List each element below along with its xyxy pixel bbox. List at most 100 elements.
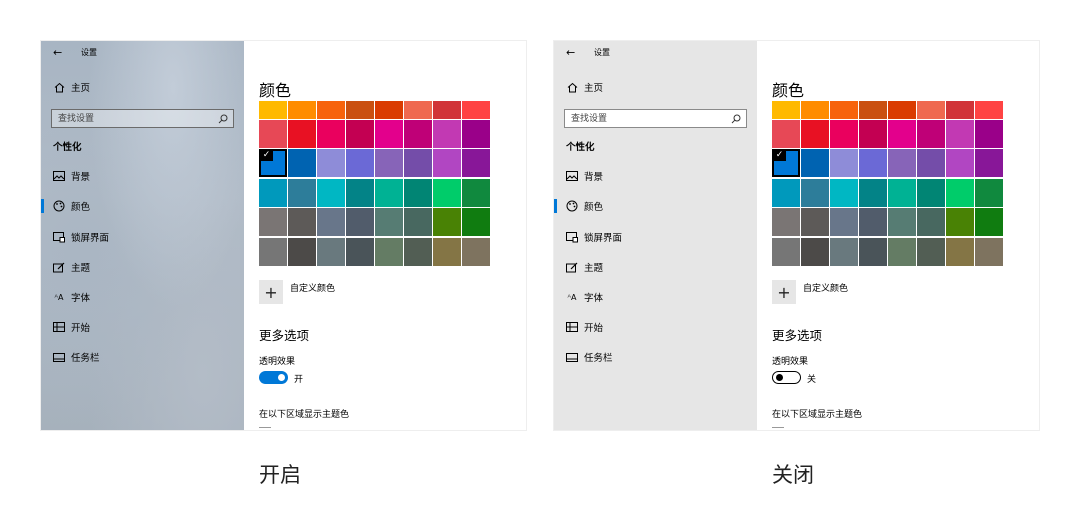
sidebar-item-home[interactable]: 主页	[41, 75, 244, 99]
color-swatch[interactable]: ✓	[772, 149, 800, 177]
color-swatch[interactable]	[288, 179, 316, 207]
color-swatch[interactable]	[462, 238, 490, 266]
search-input[interactable]	[565, 110, 725, 127]
color-swatch[interactable]	[888, 149, 916, 177]
color-swatch[interactable]	[346, 179, 374, 207]
color-swatch[interactable]	[375, 120, 403, 148]
back-button[interactable]: ← 设置	[53, 46, 97, 59]
color-swatch[interactable]	[859, 238, 887, 266]
color-swatch[interactable]	[346, 238, 374, 266]
color-swatch[interactable]	[859, 208, 887, 236]
sidebar-item-themes[interactable]: 主题	[41, 255, 244, 279]
color-swatch[interactable]	[801, 149, 829, 177]
color-swatch[interactable]	[917, 208, 945, 236]
color-swatch[interactable]	[975, 179, 1003, 207]
color-swatch[interactable]	[317, 101, 345, 119]
color-swatch[interactable]	[888, 120, 916, 148]
color-swatch[interactable]	[888, 208, 916, 236]
color-swatch[interactable]	[830, 120, 858, 148]
color-swatch[interactable]	[259, 120, 287, 148]
color-swatch[interactable]	[375, 149, 403, 177]
color-swatch[interactable]	[288, 120, 316, 148]
search-icon[interactable]	[217, 113, 229, 125]
sidebar-item-start[interactable]: 开始	[41, 315, 244, 339]
color-swatch[interactable]	[433, 120, 461, 148]
color-swatch[interactable]	[346, 149, 374, 177]
color-swatch[interactable]	[462, 179, 490, 207]
color-swatch[interactable]	[830, 208, 858, 236]
color-swatch[interactable]	[801, 179, 829, 207]
sidebar-item-lock-screen[interactable]: 锁屏界面	[554, 225, 757, 249]
color-swatch[interactable]	[859, 149, 887, 177]
sidebar-item-taskbar[interactable]: 任务栏	[41, 345, 244, 369]
color-swatch[interactable]	[433, 238, 461, 266]
back-button[interactable]: ← 设置	[566, 46, 610, 59]
color-swatch[interactable]	[317, 238, 345, 266]
transparency-toggle[interactable]	[259, 371, 288, 384]
color-swatch[interactable]	[433, 179, 461, 207]
sidebar-item-lock-screen[interactable]: 锁屏界面	[41, 225, 244, 249]
color-swatch[interactable]	[346, 101, 374, 119]
color-swatch[interactable]	[375, 208, 403, 236]
custom-color-button[interactable]: +	[259, 280, 283, 304]
sidebar-item-themes[interactable]: 主题	[554, 255, 757, 279]
color-swatch[interactable]	[975, 208, 1003, 236]
color-swatch[interactable]	[859, 179, 887, 207]
color-swatch[interactable]	[917, 238, 945, 266]
search-box[interactable]	[51, 109, 234, 128]
color-swatch[interactable]	[317, 149, 345, 177]
search-icon[interactable]	[730, 113, 742, 125]
color-swatch[interactable]	[830, 101, 858, 119]
color-swatch[interactable]	[859, 101, 887, 119]
color-swatch[interactable]	[772, 101, 800, 119]
color-swatch[interactable]	[433, 149, 461, 177]
color-swatch[interactable]	[946, 179, 974, 207]
search-box[interactable]	[564, 109, 747, 128]
custom-color-button[interactable]: +	[772, 280, 796, 304]
color-swatch[interactable]	[946, 101, 974, 119]
color-swatch[interactable]	[830, 179, 858, 207]
color-swatch[interactable]	[404, 101, 432, 119]
color-swatch[interactable]	[946, 120, 974, 148]
color-swatch[interactable]	[462, 101, 490, 119]
color-swatch[interactable]	[462, 149, 490, 177]
color-swatch[interactable]	[917, 120, 945, 148]
color-swatch[interactable]	[462, 208, 490, 236]
color-swatch[interactable]	[259, 208, 287, 236]
color-swatch[interactable]	[288, 238, 316, 266]
color-swatch[interactable]	[317, 120, 345, 148]
color-swatch[interactable]	[404, 208, 432, 236]
sidebar-item-background[interactable]: 背景	[554, 164, 757, 188]
color-swatch[interactable]	[946, 208, 974, 236]
sidebar-item-taskbar[interactable]: 任务栏	[554, 345, 757, 369]
sidebar-item-background[interactable]: 背景	[41, 164, 244, 188]
color-swatch[interactable]	[975, 101, 1003, 119]
color-swatch[interactable]	[404, 179, 432, 207]
color-swatch[interactable]	[830, 149, 858, 177]
color-swatch[interactable]	[917, 149, 945, 177]
color-swatch[interactable]	[317, 208, 345, 236]
color-swatch[interactable]	[404, 149, 432, 177]
color-swatch[interactable]	[462, 120, 490, 148]
color-swatch[interactable]	[801, 101, 829, 119]
sidebar-item-colors[interactable]: 颜色	[41, 194, 244, 218]
sidebar-item-fonts[interactable]: ᴬA 字体	[41, 285, 244, 309]
color-swatch[interactable]	[317, 179, 345, 207]
color-swatch[interactable]	[888, 179, 916, 207]
color-swatch[interactable]	[917, 101, 945, 119]
color-swatch[interactable]	[888, 238, 916, 266]
color-swatch[interactable]	[917, 179, 945, 207]
color-swatch[interactable]	[975, 149, 1003, 177]
color-swatch[interactable]	[830, 238, 858, 266]
color-swatch[interactable]	[433, 101, 461, 119]
color-swatch[interactable]	[346, 120, 374, 148]
color-swatch[interactable]	[946, 238, 974, 266]
color-swatch[interactable]	[772, 179, 800, 207]
color-swatch[interactable]	[375, 101, 403, 119]
transparency-toggle[interactable]	[772, 371, 801, 384]
accent-surfaces-checkbox[interactable]	[259, 427, 271, 430]
color-swatch[interactable]	[288, 149, 316, 177]
color-swatch[interactable]: ✓	[259, 149, 287, 177]
color-swatch[interactable]	[801, 238, 829, 266]
sidebar-item-start[interactable]: 开始	[554, 315, 757, 339]
